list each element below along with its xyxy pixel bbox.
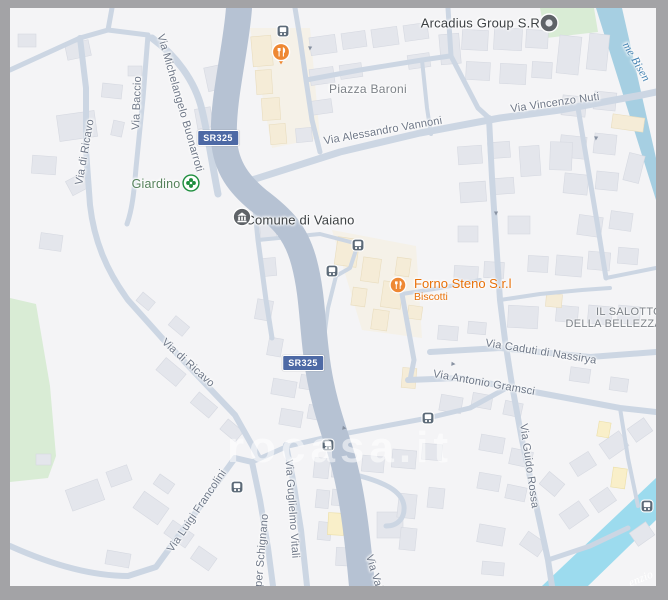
site-watermark: rocasa.it — [227, 423, 453, 473]
poi-name-forno-steno[interactable]: Forno Steno S.r.l — [414, 276, 512, 291]
oneway-arrow-icon: ▲ — [592, 134, 600, 142]
poi-label-arcadius-group[interactable]: Arcadius Group S.R.L — [421, 16, 551, 31]
bus-stop-icon[interactable] — [641, 500, 654, 513]
oneway-arrow-icon: ▲ — [449, 360, 457, 368]
bus-stop-icon[interactable] — [277, 25, 290, 38]
area-label-piazza-baroni: Piazza Baroni — [329, 82, 407, 96]
street-label-via-baccio: Via Baccio — [130, 76, 144, 130]
restaurant-pin-icon[interactable] — [271, 43, 291, 66]
poi-name-line2: DELLA BELLEZZA — [562, 318, 656, 330]
bus-stop-icon[interactable] — [352, 239, 365, 252]
comune-town-hall-icon[interactable] — [232, 207, 252, 227]
forno-steno-pin-icon[interactable] — [389, 276, 407, 294]
bus-stop-icon[interactable] — [326, 265, 339, 278]
oneway-arrow-icon: ▲ — [493, 210, 500, 217]
route-shield-sr325-south: SR325 — [282, 355, 324, 371]
poi-label-salotto-bellezza[interactable]: IL SALOTTO DELLA BELLEZZA — [562, 306, 656, 330]
arcadius-place-dot-icon[interactable] — [539, 13, 559, 33]
oneway-arrow-icon: ▲ — [306, 44, 314, 52]
poi-label-forno-steno[interactable]: Forno Steno S.r.l Biscotti — [414, 276, 512, 303]
poi-category-forno-steno: Biscotti — [414, 291, 512, 303]
poi-name-line1: IL SALOTTO — [562, 306, 656, 318]
poi-label-giardino[interactable]: Giardino — [132, 177, 181, 191]
giardino-park-icon[interactable] — [182, 174, 200, 192]
route-shield-sr325-north: SR325 — [197, 130, 239, 146]
map-canvas[interactable]: ▲ ▲ ▲ ▲ ▲ ▲ Via Michelangelo Buonarroti … — [10, 8, 656, 586]
poi-label-comune-di-vaiano[interactable]: Comune di Vaiano — [245, 213, 354, 228]
bus-stop-icon[interactable] — [231, 481, 244, 494]
map-frame: ▲ ▲ ▲ ▲ ▲ ▲ Via Michelangelo Buonarroti … — [0, 0, 668, 600]
